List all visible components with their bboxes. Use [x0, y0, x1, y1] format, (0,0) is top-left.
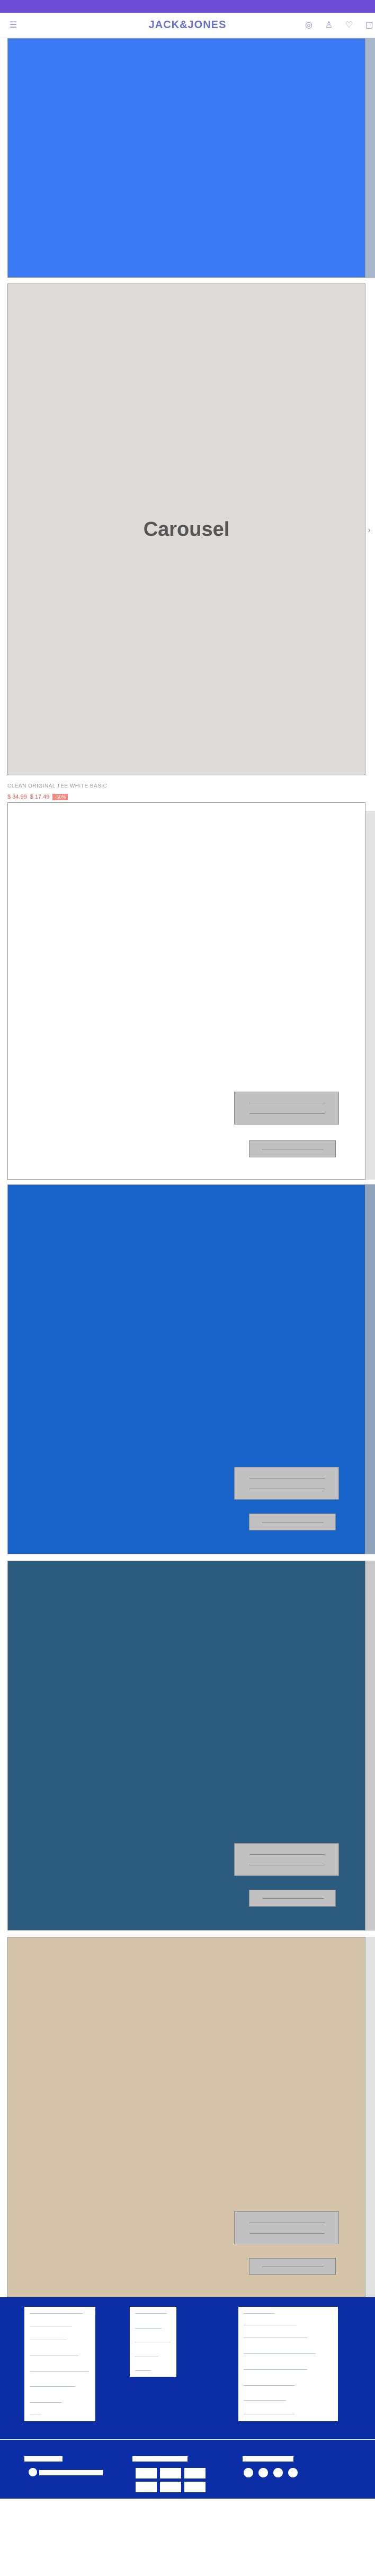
promo-panel-3-secondary-button[interactable]	[249, 1890, 336, 1907]
footer-payments-title	[132, 2456, 188, 2462]
newsletter-input[interactable]	[39, 2470, 103, 2475]
social-tiktok-icon[interactable]	[288, 2468, 298, 2477]
footer-links-column-1[interactable]	[24, 2307, 95, 2421]
social-facebook-icon[interactable]	[244, 2468, 253, 2477]
promo-panel-1-secondary-button[interactable]	[249, 1140, 336, 1157]
promo-panel-3-primary-button[interactable]	[234, 1843, 339, 1876]
brand-logo[interactable]: JACK&JONES	[0, 19, 375, 31]
promo-panel-4-peek[interactable]	[365, 1937, 375, 2297]
newsletter-checkbox-icon[interactable]	[29, 2468, 37, 2476]
account-icon[interactable]: ♙	[323, 19, 335, 31]
promo-panel-2-peek[interactable]	[365, 1184, 375, 1554]
payment-method-5	[160, 2482, 181, 2492]
product-price-row: $ 34.99 $ 17.49 -50%	[7, 793, 68, 801]
footer-links-column-2[interactable]	[130, 2307, 176, 2377]
promo-panel-4-primary-button[interactable]	[234, 2211, 339, 2244]
product-name[interactable]: CLEAN ORIGINAL TEE WHITE BASIC	[7, 783, 107, 789]
discount-badge: -50%	[52, 794, 68, 800]
social-youtube-icon[interactable]	[273, 2468, 283, 2477]
site-footer	[0, 2297, 375, 2499]
promo-panel-3-peek[interactable]	[365, 1561, 375, 1931]
carousel-label: Carousel	[143, 518, 230, 541]
payment-method-6	[184, 2482, 206, 2492]
location-icon[interactable]: ◎	[303, 19, 315, 31]
footer-divider	[0, 2439, 375, 2440]
price-sale: $ 17.49	[30, 794, 50, 800]
promo-bar	[0, 0, 375, 13]
promo-panel-1-peek[interactable]	[365, 811, 375, 1180]
price-original: $ 34.99	[7, 794, 27, 800]
promo-panel-2-secondary-button[interactable]	[249, 1513, 336, 1530]
bag-icon[interactable]: ▢	[363, 19, 375, 31]
payment-method-2	[160, 2468, 181, 2478]
promo-panel-2[interactable]	[7, 1184, 365, 1554]
footer-newsletter-title	[24, 2456, 63, 2462]
promo-panel-4-secondary-button[interactable]	[249, 2258, 336, 2275]
wishlist-icon[interactable]: ♡	[343, 19, 355, 31]
footer-links-column-3[interactable]	[238, 2307, 338, 2421]
promo-panel-2-primary-button[interactable]	[234, 1467, 339, 1500]
promo-panel-1[interactable]	[7, 802, 365, 1180]
promo-panel-3[interactable]	[7, 1561, 365, 1931]
carousel[interactable]: Carousel	[7, 284, 365, 775]
footer-social-title	[243, 2456, 293, 2462]
social-instagram-icon[interactable]	[258, 2468, 268, 2477]
carousel-next-arrow-icon[interactable]: ›	[364, 526, 374, 535]
promo-panel-4[interactable]	[7, 1937, 365, 2297]
payment-method-3	[184, 2468, 206, 2478]
payment-method-1	[136, 2468, 157, 2478]
promo-panel-1-primary-button[interactable]	[234, 1092, 339, 1125]
hero-banner[interactable]	[7, 38, 365, 278]
hero-next-slide-peek[interactable]	[365, 38, 375, 278]
payment-method-4	[136, 2482, 157, 2492]
